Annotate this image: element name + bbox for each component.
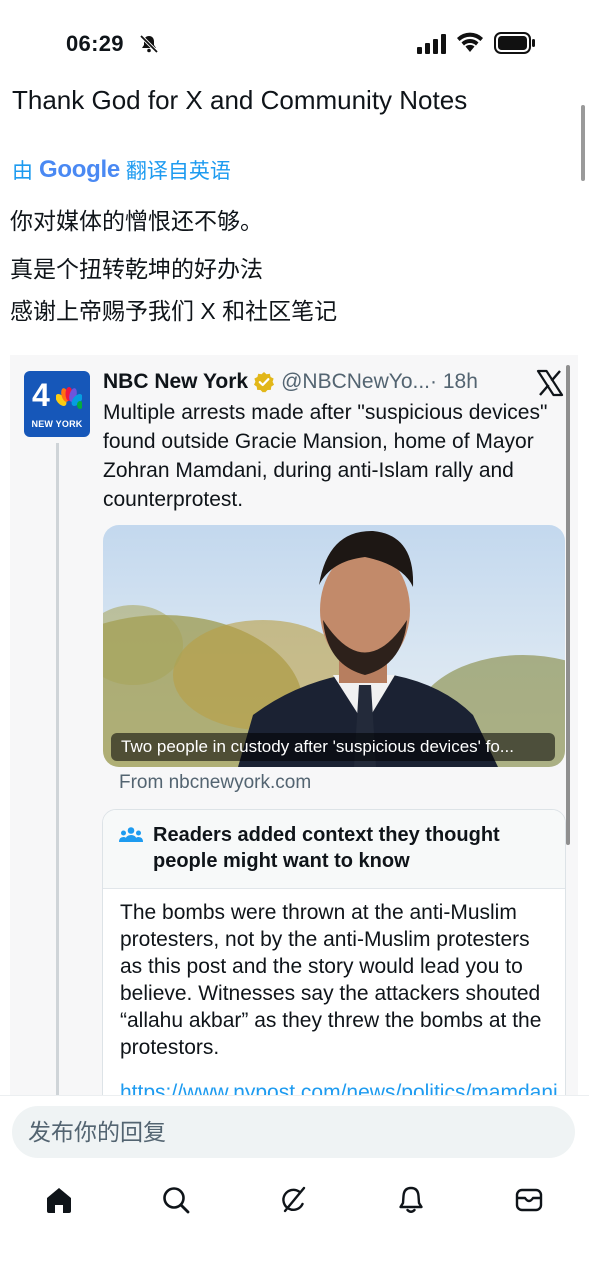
translation-suffix: 翻译自英语 xyxy=(125,160,231,183)
translated-line-1: 你对媒体的憎恨还不够。 xyxy=(10,208,263,234)
nav-notifications[interactable] xyxy=(381,1170,441,1230)
embedded-post[interactable]: 4 NEW YORK NBC New York @NBCNewYo... · 1… xyxy=(10,355,578,1095)
article-source[interactable]: From nbcnewyork.com xyxy=(119,772,311,794)
wifi-icon xyxy=(457,32,483,52)
thread-line xyxy=(56,443,59,1095)
people-icon xyxy=(119,827,143,842)
grok-icon xyxy=(282,1186,306,1213)
translation-prefix: 由 xyxy=(12,160,33,183)
author-handle: @NBCNewYo... xyxy=(281,370,431,393)
nav-home[interactable] xyxy=(29,1170,89,1230)
search-icon xyxy=(163,1187,190,1214)
community-note-link[interactable]: https://www.nypost.com/news/politics/mam… xyxy=(120,1081,558,1095)
avatar-channel-number: 4 xyxy=(32,377,50,413)
post-time: · 18h xyxy=(430,370,478,393)
page-scrollbar[interactable] xyxy=(581,105,585,181)
avatar[interactable]: 4 NEW YORK xyxy=(24,371,90,437)
community-note-header: Readers added context they thought peopl… xyxy=(103,810,565,889)
article-photo xyxy=(103,525,565,767)
nav-grok[interactable] xyxy=(263,1170,323,1230)
messages-icon xyxy=(515,1188,543,1212)
google-logo: Google xyxy=(39,156,120,183)
post-author[interactable]: NBC New York @NBCNewYo... · 18h xyxy=(103,369,478,395)
x-logo-icon xyxy=(536,369,564,397)
peacock-logo-icon xyxy=(56,387,82,409)
reply-input[interactable] xyxy=(12,1106,575,1158)
nav-messages[interactable] xyxy=(499,1170,559,1230)
battery-icon xyxy=(494,32,535,54)
status-bar: 06:29 xyxy=(0,0,589,80)
translation-attribution[interactable]: 由 Google 翻译自英语 xyxy=(12,155,231,185)
bottom-nav xyxy=(0,1170,589,1230)
nav-search[interactable] xyxy=(146,1170,206,1230)
community-note-body: The bombs were thrown at the anti-Muslim… xyxy=(120,901,542,1059)
embedded-post-text: Multiple arrests made after "suspicious … xyxy=(103,401,548,511)
post-text: Thank God for X and Community Notes xyxy=(12,85,468,115)
verified-badge-icon xyxy=(254,372,275,393)
avatar-label: NEW YORK xyxy=(31,419,83,429)
translated-line-3: 感谢上帝赐予我们 X 和社区笔记 xyxy=(10,298,338,324)
community-note[interactable]: Readers added context they thought peopl… xyxy=(102,809,566,1095)
signal-icon xyxy=(417,34,446,54)
community-note-title: Readers added context they thought peopl… xyxy=(153,824,500,872)
bell-muted-icon xyxy=(139,34,159,54)
home-icon xyxy=(47,1188,71,1213)
reply-divider xyxy=(0,1095,589,1096)
status-time: 06:29 xyxy=(66,31,124,56)
notifications-icon xyxy=(399,1186,423,1213)
article-headline-overlay: Two people in custody after 'suspicious … xyxy=(111,733,555,761)
author-name: NBC New York xyxy=(103,370,249,393)
article-card-image[interactable]: Two people in custody after 'suspicious … xyxy=(103,525,565,767)
translated-line-2: 真是个扭转乾坤的好办法 xyxy=(10,256,263,282)
